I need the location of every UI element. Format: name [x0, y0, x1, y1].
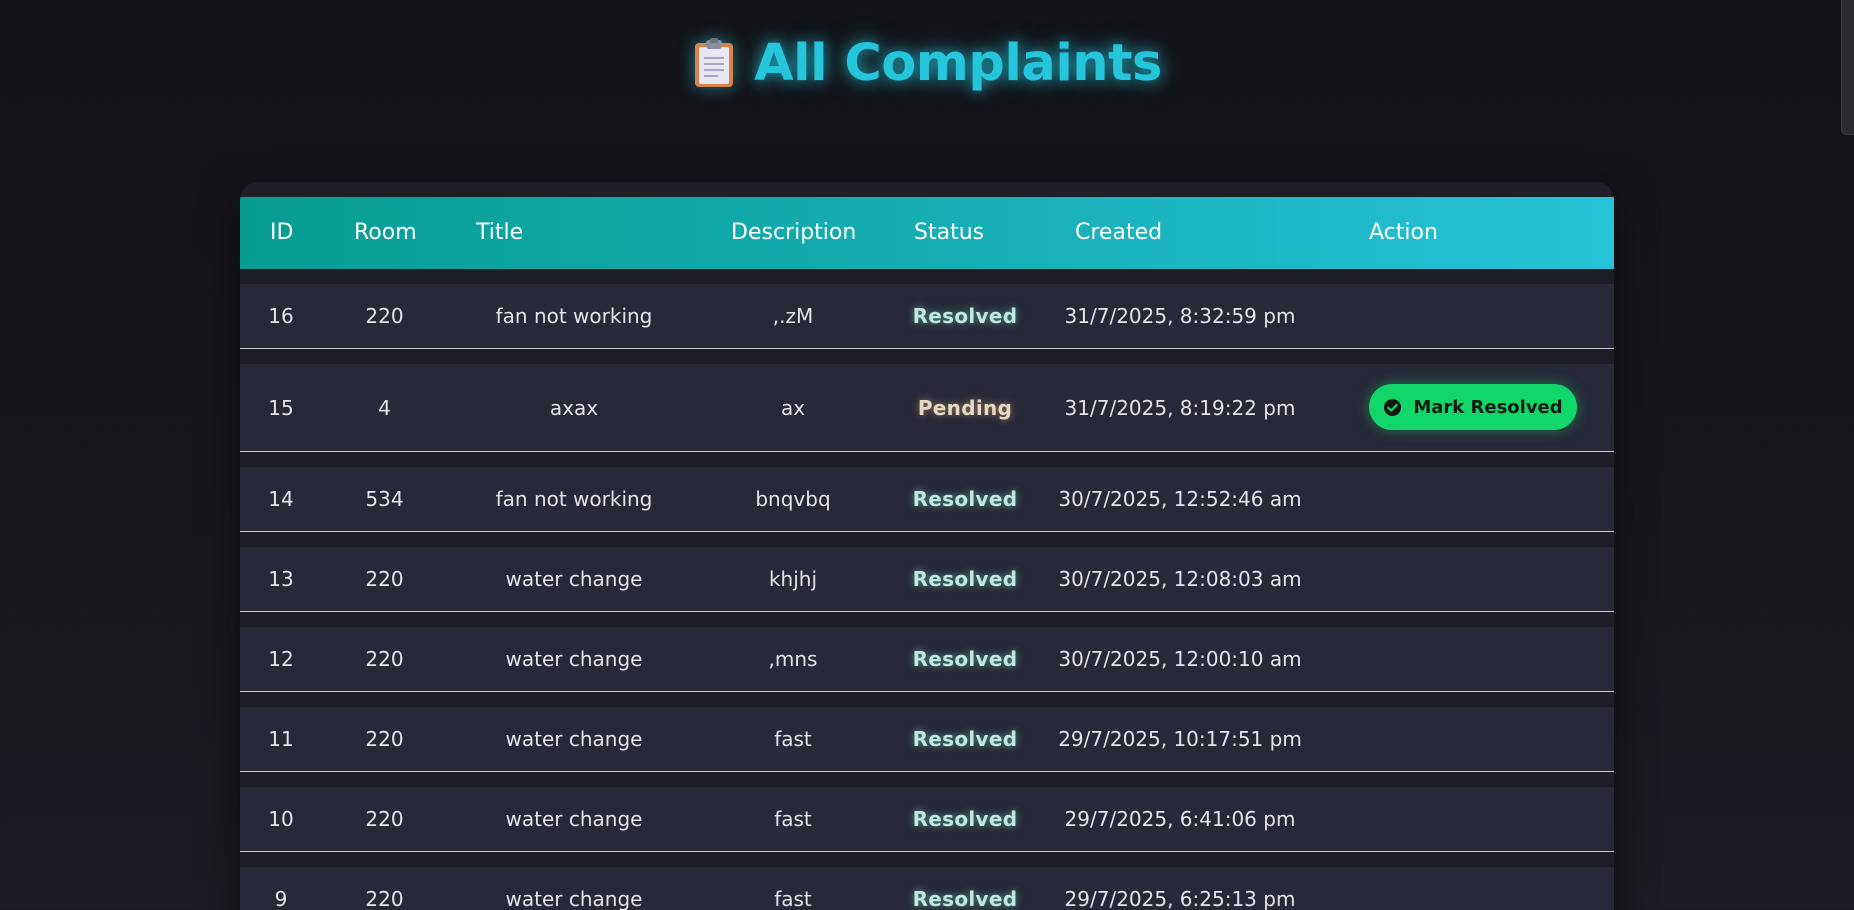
cell-id: 9 [274, 887, 288, 910]
status-badge: Resolved [912, 567, 1018, 591]
status-badge: Pending [917, 395, 1013, 420]
status-badge: Resolved [912, 304, 1018, 328]
cell-description: ax [780, 395, 806, 420]
cell-created: 30/7/2025, 12:00:10 am [1058, 647, 1302, 671]
status-badge: Resolved [912, 887, 1018, 910]
cell-id: 16 [268, 304, 294, 328]
table-row: 14 534 fan not working bnqvbq Resolved 3… [240, 467, 1614, 532]
cell-description: fast [774, 727, 812, 751]
cell-description: khjhj [768, 567, 818, 591]
cell-room: 220 [365, 727, 404, 751]
column-header-created[interactable]: Created [1075, 197, 1162, 269]
cell-room: 220 [365, 887, 404, 910]
status-badge: Resolved [912, 647, 1018, 671]
cell-created: 29/7/2025, 10:17:51 pm [1058, 727, 1302, 751]
cell-description: ,mns [768, 647, 818, 671]
column-header-room[interactable]: Room [354, 197, 417, 269]
cell-room: 220 [365, 567, 404, 591]
mark-resolved-button[interactable]: Mark Resolved [1369, 384, 1577, 430]
cell-description: ,.zM [772, 304, 814, 328]
cell-title: water change [505, 647, 643, 671]
cell-id: 13 [268, 567, 294, 591]
cell-description: fast [774, 887, 812, 910]
column-header-id[interactable]: ID [270, 197, 293, 269]
table-row: 12 220 water change ,mns Resolved 30/7/2… [240, 627, 1614, 692]
cell-id: 12 [268, 647, 294, 671]
page-header: All Complaints [0, 30, 1854, 96]
check-circle-icon [1384, 398, 1402, 416]
cell-title: water change [505, 887, 643, 910]
cell-title: water change [505, 807, 643, 831]
cell-id: 10 [268, 807, 294, 831]
page-title: All Complaints [754, 33, 1162, 93]
column-header-description[interactable]: Description [731, 197, 856, 269]
table-row: 9 220 water change fast Resolved 29/7/20… [240, 867, 1614, 910]
column-header-action[interactable]: Action [1369, 197, 1438, 269]
cell-id: 14 [268, 487, 294, 511]
cell-created: 29/7/2025, 6:41:06 pm [1064, 807, 1296, 831]
table-row: 11 220 water change fast Resolved 29/7/2… [240, 707, 1614, 772]
table-row: 13 220 water change khjhj Resolved 30/7/… [240, 547, 1614, 612]
cell-title: water change [505, 727, 643, 751]
cell-room: 220 [365, 807, 404, 831]
cell-description: bnqvbq [755, 487, 831, 511]
mark-resolved-label: Mark Resolved [1413, 396, 1563, 418]
table-row: 15 4 axax ax Pending 31/7/2025, 8:19:22 … [240, 364, 1614, 452]
status-badge: Resolved [912, 727, 1018, 751]
cell-created: 29/7/2025, 6:25:13 pm [1064, 887, 1296, 910]
cell-created: 31/7/2025, 8:19:22 pm [1064, 395, 1296, 420]
cell-description: fast [774, 807, 812, 831]
cell-id: 15 [268, 395, 294, 420]
cell-created: 30/7/2025, 12:08:03 am [1058, 567, 1302, 591]
cell-room: 220 [365, 304, 404, 328]
table-row: 10 220 water change fast Resolved 29/7/2… [240, 787, 1614, 852]
cell-title: water change [505, 567, 643, 591]
status-badge: Resolved [912, 487, 1018, 511]
cell-id: 11 [268, 727, 294, 751]
column-header-title[interactable]: Title [476, 197, 523, 269]
cell-created: 31/7/2025, 8:32:59 pm [1064, 304, 1296, 328]
cell-title: fan not working [495, 487, 653, 511]
cell-title: fan not working [495, 304, 653, 328]
complaints-table: ID Room Title Description Status Created… [240, 182, 1614, 910]
cell-created: 30/7/2025, 12:52:46 am [1058, 487, 1302, 511]
cell-room: 4 [378, 395, 391, 420]
status-badge: Resolved [912, 807, 1018, 831]
cell-title: axax [549, 395, 599, 420]
table-row: 16 220 fan not working ,.zM Resolved 31/… [240, 284, 1614, 349]
cell-room: 534 [365, 487, 404, 511]
table-header: ID Room Title Description Status Created… [240, 197, 1614, 271]
clipboard-icon [695, 38, 734, 87]
cell-room: 220 [365, 647, 404, 671]
column-header-status[interactable]: Status [914, 197, 984, 269]
